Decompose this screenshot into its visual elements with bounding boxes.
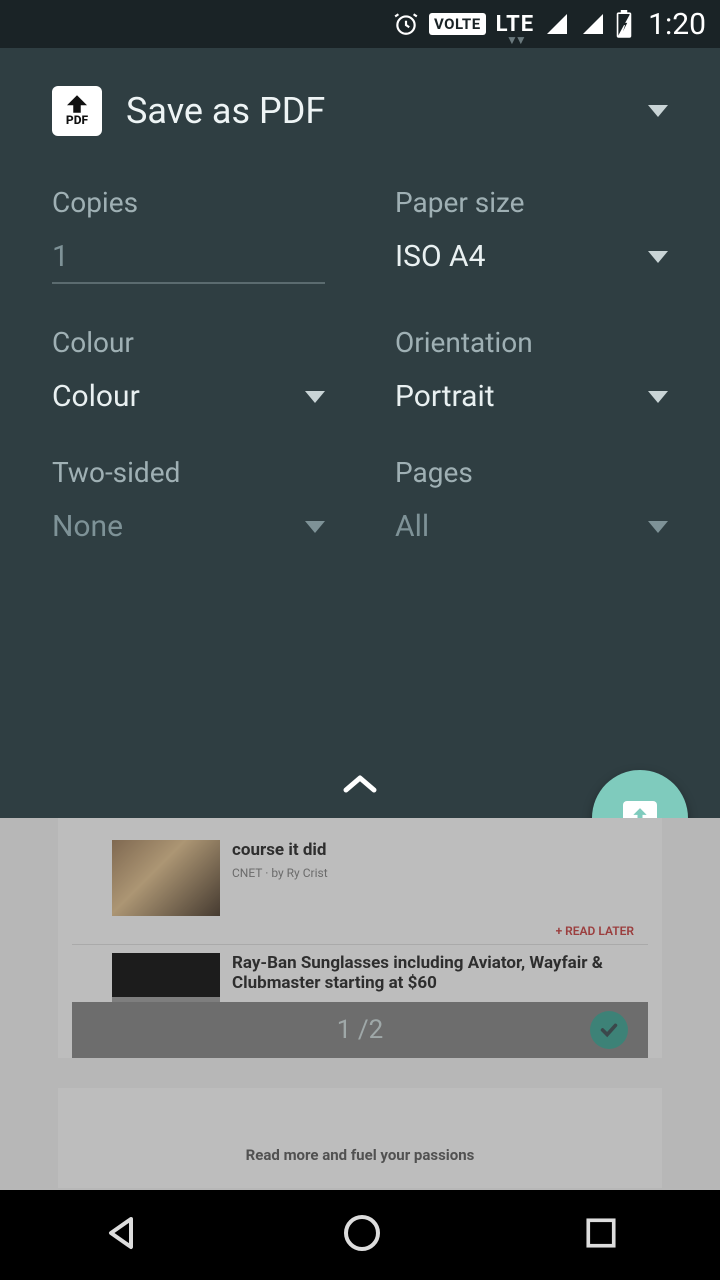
data-arrows-icon: ▼▼ bbox=[506, 33, 524, 47]
option-label: Copies bbox=[52, 186, 325, 219]
article-title: course it did bbox=[232, 840, 634, 860]
status-bar: VOLTE LTE ▼▼ 1:20 bbox=[0, 0, 720, 48]
chevron-down-icon bbox=[648, 391, 668, 403]
page-selected-badge[interactable] bbox=[590, 1011, 628, 1049]
destination-selector[interactable]: PDF Save as PDF bbox=[52, 86, 668, 136]
option-paper-size: Paper size ISO A4 bbox=[395, 186, 668, 284]
home-icon bbox=[340, 1211, 384, 1255]
read-later-link: + READ LATER bbox=[556, 924, 634, 938]
copies-input[interactable]: 1 bbox=[52, 239, 325, 284]
chevron-down-icon bbox=[648, 105, 668, 117]
option-value: ISO A4 bbox=[395, 239, 485, 274]
option-value: All bbox=[395, 509, 429, 544]
page-indicator-bar: 1 /2 bbox=[72, 1002, 648, 1058]
destination-label: Save as PDF bbox=[126, 90, 624, 132]
two-sided-selector[interactable]: None bbox=[52, 509, 325, 544]
preview-page[interactable]: Read more and fuel your passions bbox=[58, 1088, 662, 1188]
pages-selector[interactable]: All bbox=[395, 509, 668, 544]
paper-size-selector[interactable]: ISO A4 bbox=[395, 239, 668, 274]
chevron-down-icon bbox=[305, 391, 325, 403]
option-two-sided: Two-sided None bbox=[52, 456, 325, 544]
check-icon bbox=[598, 1019, 620, 1041]
signal-icon bbox=[580, 12, 606, 36]
article-meta: CNET · by Ry Crist bbox=[232, 866, 634, 880]
article-item: course it did CNET · by Ry Crist + READ … bbox=[72, 832, 648, 945]
chevron-up-icon bbox=[340, 772, 380, 796]
orientation-selector[interactable]: Portrait bbox=[395, 379, 668, 414]
option-label: Pages bbox=[395, 456, 668, 489]
recents-icon bbox=[581, 1213, 621, 1253]
alarm-icon bbox=[393, 11, 419, 37]
option-value: Portrait bbox=[395, 379, 495, 414]
option-label: Two-sided bbox=[52, 456, 325, 489]
colour-selector[interactable]: Colour bbox=[52, 379, 325, 414]
signal-icon bbox=[544, 12, 570, 36]
back-icon bbox=[99, 1211, 143, 1255]
preview-page[interactable]: course it did CNET · by Ry Crist + READ … bbox=[58, 818, 662, 1058]
system-nav-bar bbox=[0, 1190, 720, 1280]
option-value: None bbox=[52, 509, 123, 544]
home-button[interactable] bbox=[340, 1211, 384, 1259]
pdf-icon: PDF bbox=[52, 86, 102, 136]
article-title: Ray-Ban Sunglasses including Aviator, Wa… bbox=[232, 953, 634, 994]
option-label: Orientation bbox=[395, 326, 668, 359]
collapse-handle[interactable] bbox=[340, 772, 380, 800]
battery-charging-icon bbox=[616, 10, 632, 38]
option-pages: Pages All bbox=[395, 456, 668, 544]
print-preview-area[interactable]: course it did CNET · by Ry Crist + READ … bbox=[0, 818, 720, 1190]
chevron-down-icon bbox=[305, 521, 325, 533]
article-thumbnail bbox=[112, 840, 220, 916]
recents-button[interactable] bbox=[581, 1213, 621, 1257]
footer-teaser-text: Read more and fuel your passions bbox=[72, 1102, 648, 1164]
option-orientation: Orientation Portrait bbox=[395, 326, 668, 414]
back-button[interactable] bbox=[99, 1211, 143, 1259]
chevron-down-icon bbox=[648, 251, 668, 263]
lte-indicator: LTE ▼▼ bbox=[496, 12, 534, 37]
page-indicator-text: 1 /2 bbox=[337, 1015, 383, 1045]
option-copies: Copies 1 bbox=[52, 186, 325, 284]
print-settings-panel: PDF Save as PDF Copies 1 Paper size ISO … bbox=[0, 48, 720, 818]
option-label: Paper size bbox=[395, 186, 668, 219]
option-label: Colour bbox=[52, 326, 325, 359]
chevron-down-icon bbox=[648, 521, 668, 533]
clock-text: 1:20 bbox=[648, 7, 706, 42]
volte-badge: VOLTE bbox=[429, 13, 486, 35]
option-colour: Colour Colour bbox=[52, 326, 325, 414]
option-value: Colour bbox=[52, 379, 140, 414]
